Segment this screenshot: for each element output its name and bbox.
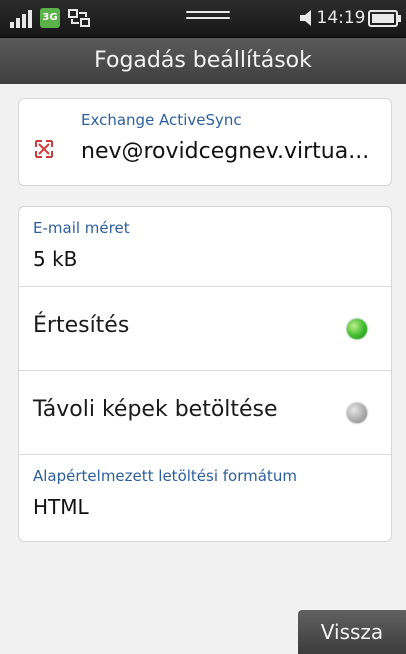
- default-format-value: HTML: [33, 495, 89, 519]
- status-bar: 3G 14:19: [0, 0, 406, 38]
- clock: 14:19: [316, 8, 366, 28]
- notification-toggle[interactable]: [347, 319, 367, 339]
- notification-setting[interactable]: Értesítés: [19, 287, 391, 371]
- page-title: Fogadás beállítások: [0, 38, 406, 84]
- account-card[interactable]: Exchange ActiveSync nev@rovidcegnev.virt…: [18, 98, 392, 186]
- remote-images-label: Távoli képek betöltése: [33, 397, 278, 422]
- back-button[interactable]: Vissza: [298, 610, 406, 654]
- notification-label: Értesítés: [33, 313, 130, 338]
- remote-images-setting[interactable]: Távoli képek betöltése: [19, 371, 391, 455]
- email-size-setting[interactable]: E-mail méret 5 kB: [19, 207, 391, 287]
- account-email: nev@rovidcegnev.virtua...: [81, 139, 370, 164]
- remote-images-toggle[interactable]: [347, 403, 367, 423]
- email-size-caption: E-mail méret: [33, 219, 130, 237]
- email-size-value: 5 kB: [33, 247, 78, 271]
- signal-icon: [10, 8, 32, 28]
- exchange-icon: [35, 140, 53, 158]
- sync-icon: [68, 9, 90, 27]
- default-format-caption: Alapértelmezett letöltési formátum: [33, 467, 297, 485]
- network-3g-icon: 3G: [40, 8, 60, 28]
- settings-list: E-mail méret 5 kB Értesítés Távoli képek…: [18, 206, 392, 542]
- menu-handle-icon[interactable]: [186, 11, 230, 25]
- battery-icon: [368, 10, 401, 27]
- account-type-label: Exchange ActiveSync: [81, 111, 242, 129]
- default-format-setting[interactable]: Alapértelmezett letöltési formátum HTML: [19, 455, 391, 541]
